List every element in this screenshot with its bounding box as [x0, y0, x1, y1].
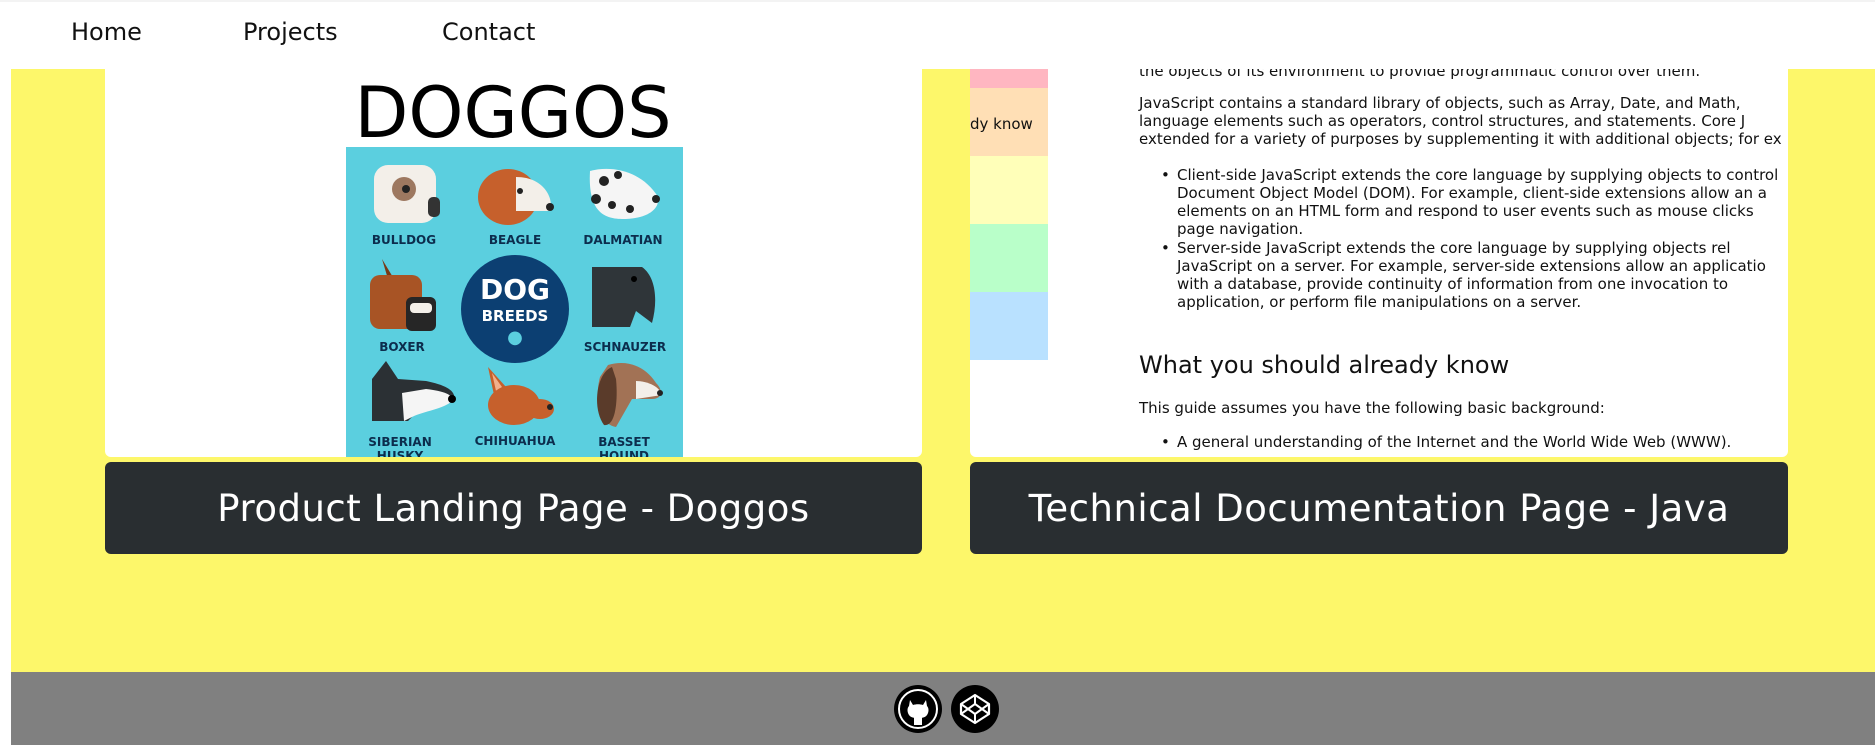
- doc-line: Document Object Model (DOM). For example…: [1177, 184, 1767, 202]
- project-thumbnail-doggos[interactable]: DOGGOS BULLDOG BEAGLE DALMATIAN BOXER DO…: [105, 69, 922, 457]
- breed-label: SCHNAUZER: [583, 340, 667, 354]
- doc-bullet: Client-side JavaScript extends the core …: [1161, 166, 1778, 185]
- project-button-technical-docs[interactable]: Technical Documentation Page - Java: [970, 462, 1788, 554]
- doc-bullet: A general understanding of the Internet …: [1161, 433, 1731, 452]
- codepen-glyph: [959, 693, 991, 725]
- project-thumbnail-technical-docs[interactable]: dy know the objects of its environment t…: [970, 69, 1788, 457]
- nav-link-contact[interactable]: Contact: [442, 18, 535, 46]
- color-swatch: [970, 156, 1048, 224]
- top-navigation: Home Projects Contact: [0, 0, 1875, 69]
- doc-line: JavaScript on a server. For example, ser…: [1177, 257, 1766, 275]
- doc-line: JavaScript contains a standard library o…: [1139, 94, 1741, 112]
- dog-breeds-poster: BULLDOG BEAGLE DALMATIAN BOXER DOG BREED…: [346, 147, 683, 457]
- chihuahua-icon: [488, 367, 554, 425]
- color-swatch: [970, 292, 1048, 360]
- schnauzer-icon: [592, 267, 656, 327]
- codepen-icon[interactable]: [951, 685, 999, 733]
- doc-heading: What you should already know: [1139, 351, 1510, 379]
- doc-line: extended for a variety of purposes by su…: [1139, 130, 1782, 148]
- doc-line: the objects of its environment to provid…: [1139, 69, 1701, 80]
- breed-label: BASSET HOUND: [598, 435, 650, 457]
- github-glyph: [898, 689, 938, 729]
- doc-line: page navigation.: [1177, 220, 1304, 238]
- beagle-icon: [478, 169, 554, 225]
- dog-breeds-badge: DOG BREEDS ●: [461, 255, 569, 363]
- bulldog-icon: [374, 165, 440, 223]
- project-button-doggos[interactable]: Product Landing Page - Doggos: [105, 462, 922, 554]
- dalmatian-icon: [589, 168, 660, 219]
- breed-label: DALMATIAN: [583, 233, 663, 247]
- basset-hound-icon: [597, 363, 663, 427]
- doc-line: with a database, provide continuity of i…: [1177, 275, 1729, 293]
- nav-link-projects[interactable]: Projects: [243, 18, 338, 46]
- doc-line: elements on an HTML form and respond to …: [1177, 202, 1754, 220]
- doc-line: language elements such as operators, con…: [1139, 112, 1746, 130]
- nav-link-home[interactable]: Home: [71, 18, 142, 46]
- breed-label: SIBERIAN HUSKY: [368, 435, 432, 457]
- breed-label: BULLDOG: [371, 233, 437, 247]
- doggos-title: DOGGOS: [354, 72, 672, 154]
- breed-label: BEAGLE: [488, 233, 542, 247]
- badge-title: DOG: [479, 273, 551, 306]
- badge-subtitle: BREEDS: [481, 307, 549, 325]
- breed-label: BOXER: [379, 340, 425, 354]
- paw-icon: ●: [507, 327, 523, 348]
- sidebar-link-fragment: dy know: [970, 115, 1033, 133]
- color-swatch: [970, 69, 1048, 88]
- doc-bullet: Server-side JavaScript extends the core …: [1161, 239, 1730, 258]
- doc-line: application, or perform file manipulatio…: [1177, 293, 1582, 311]
- boxer-icon: [370, 259, 436, 331]
- doc-line: This guide assumes you have the followin…: [1139, 399, 1605, 417]
- color-swatch: [970, 224, 1048, 292]
- siberian-husky-icon: [372, 361, 456, 421]
- breed-label: CHIHUAHUA: [474, 434, 556, 448]
- github-icon[interactable]: [894, 685, 942, 733]
- footer: [11, 672, 1875, 745]
